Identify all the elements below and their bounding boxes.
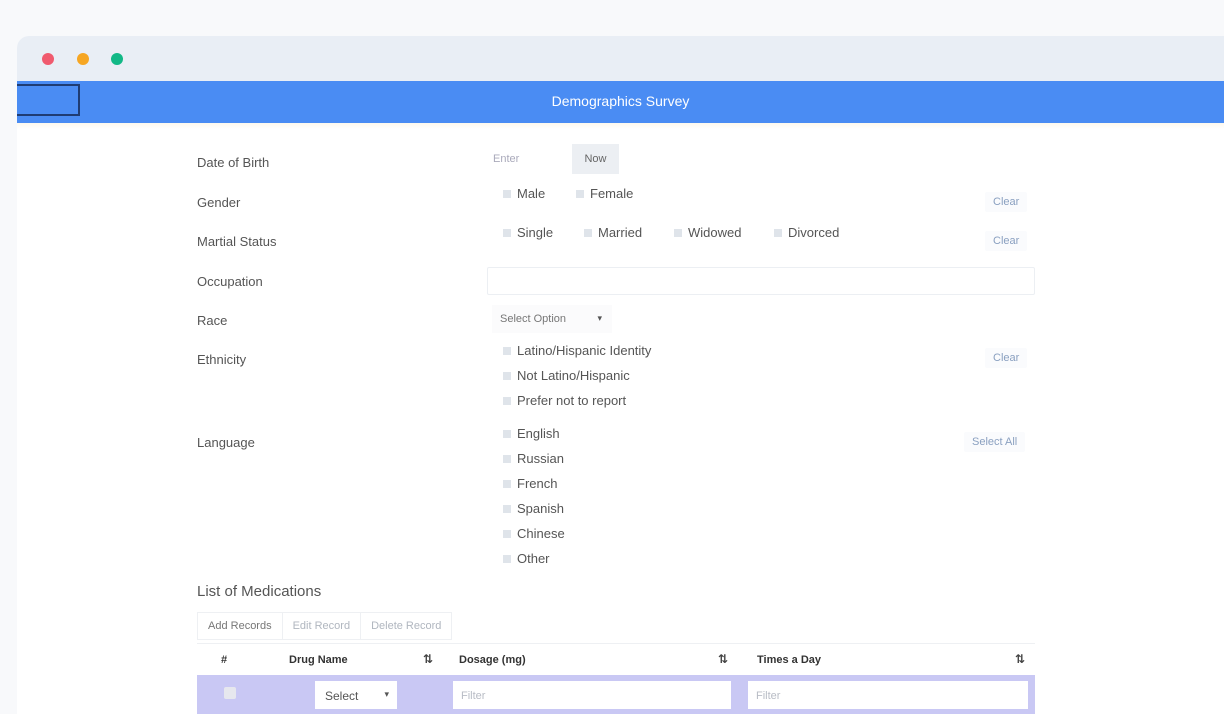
- dob-input[interactable]: Enter: [487, 144, 569, 174]
- sort-icon[interactable]: ⇅: [423, 652, 433, 666]
- language-option[interactable]: English: [503, 426, 560, 441]
- radio-icon[interactable]: [576, 189, 584, 198]
- edit-record-button[interactable]: Edit Record: [281, 612, 362, 640]
- marital-option-divorced[interactable]: Divorced: [774, 225, 839, 240]
- radio-icon[interactable]: [774, 228, 782, 237]
- occupation-input[interactable]: [487, 267, 1035, 295]
- race-label: Race: [197, 313, 228, 328]
- ethnicity-label: Ethnicity: [197, 352, 247, 367]
- chevron-down-icon: ▾: [597, 313, 602, 323]
- column-header-drug-name[interactable]: Drug Name: [289, 654, 348, 666]
- page-title: Demographics Survey: [551, 93, 690, 109]
- minimize-window-dot[interactable]: [77, 53, 89, 65]
- ethnicity-option[interactable]: Not Latino/Hispanic: [503, 368, 630, 383]
- medications-toolbar: Add Records Edit Record Delete Record: [197, 612, 453, 640]
- ethnicity-option[interactable]: Latino/Hispanic Identity: [503, 343, 651, 358]
- marital-label: Martial Status: [197, 234, 277, 249]
- checkbox-icon[interactable]: [503, 529, 511, 538]
- checkbox-icon[interactable]: [503, 479, 511, 488]
- language-option[interactable]: Chinese: [503, 526, 565, 541]
- gender-label: Gender: [197, 195, 241, 210]
- marital-option-single[interactable]: Single: [503, 225, 553, 240]
- ethnicity-option[interactable]: Prefer not to report: [503, 393, 626, 408]
- gender-option-male[interactable]: Male: [503, 186, 545, 201]
- drug-name-select[interactable]: Select ▾: [315, 681, 397, 709]
- header-shadow: [17, 123, 1224, 129]
- dob-label: Date of Birth: [197, 155, 270, 170]
- column-header-times-a-day[interactable]: Times a Day: [757, 654, 821, 666]
- app-header: Demographics Survey: [17, 81, 1224, 123]
- marital-option-widowed[interactable]: Widowed: [674, 225, 741, 240]
- checkbox-icon[interactable]: [503, 504, 511, 513]
- chevron-down-icon: ▾: [384, 689, 389, 699]
- checkbox-icon[interactable]: [503, 554, 511, 563]
- checkbox-icon[interactable]: [503, 429, 511, 438]
- language-option[interactable]: Russian: [503, 451, 564, 466]
- radio-icon[interactable]: [503, 371, 511, 380]
- row-checkbox[interactable]: [224, 687, 236, 699]
- language-option[interactable]: French: [503, 476, 557, 491]
- maximize-window-dot[interactable]: [111, 53, 123, 65]
- marital-clear-button[interactable]: Clear: [985, 231, 1028, 251]
- language-label: Language: [197, 435, 255, 450]
- marital-option-married[interactable]: Married: [584, 225, 642, 240]
- gender-option-female[interactable]: Female: [576, 186, 633, 201]
- language-option[interactable]: Other: [503, 551, 550, 566]
- table-row[interactable]: Select ▾ Filter Filter: [197, 675, 1035, 714]
- radio-icon[interactable]: [503, 189, 511, 198]
- occupation-label: Occupation: [197, 274, 263, 289]
- radio-icon[interactable]: [503, 346, 511, 355]
- drug-name-select-value: Select: [325, 689, 359, 703]
- ethnicity-clear-button[interactable]: Clear: [985, 348, 1028, 368]
- sort-icon[interactable]: ⇅: [1015, 652, 1025, 666]
- times-filter-input[interactable]: Filter: [748, 681, 1028, 709]
- gender-clear-button[interactable]: Clear: [985, 192, 1028, 212]
- dob-now-button[interactable]: Now: [572, 144, 619, 174]
- window-titlebar: [17, 36, 1224, 81]
- radio-icon[interactable]: [503, 228, 511, 237]
- radio-icon[interactable]: [503, 396, 511, 405]
- column-header-number: #: [221, 654, 228, 666]
- checkbox-icon[interactable]: [503, 454, 511, 463]
- radio-icon[interactable]: [584, 228, 592, 237]
- close-window-dot[interactable]: [42, 53, 54, 65]
- add-records-button[interactable]: Add Records: [197, 612, 283, 640]
- radio-icon[interactable]: [674, 228, 682, 237]
- medications-table-header: # Drug Name ⇅ Dosage (mg) ⇅ Times a Day …: [197, 643, 1035, 676]
- column-header-dosage[interactable]: Dosage (mg): [459, 654, 526, 666]
- dosage-filter-input[interactable]: Filter: [453, 681, 731, 709]
- race-select[interactable]: Select Option ▾: [492, 305, 612, 333]
- medications-title: List of Medications: [197, 583, 322, 600]
- sort-icon[interactable]: ⇅: [718, 652, 728, 666]
- delete-record-button[interactable]: Delete Record: [360, 612, 453, 640]
- language-select-all-button[interactable]: Select All: [964, 432, 1026, 452]
- race-select-value: Select Option: [500, 313, 567, 325]
- language-option[interactable]: Spanish: [503, 501, 564, 516]
